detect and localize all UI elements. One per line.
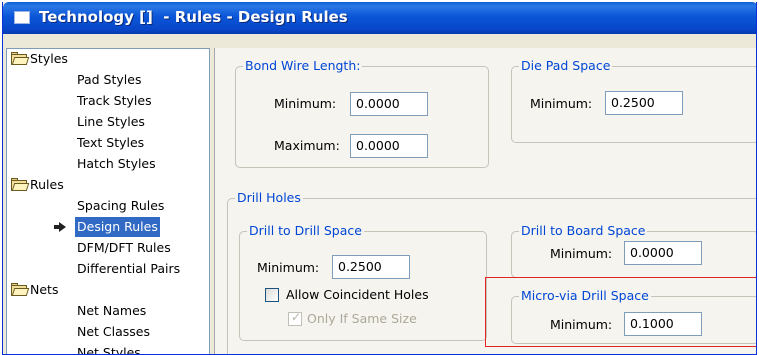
- design-rules-panel: Bond Wire Length: Minimum: 0.0000 Maximu…: [214, 48, 756, 354]
- die-pad-minimum-label: Minimum:: [530, 96, 593, 111]
- only-same-size-checkbox[interactable]: ✓: [288, 310, 302, 326]
- tree-item-net-names[interactable]: Net Names: [77, 301, 146, 321]
- bond-wire-length-group: Bond Wire Length: Minimum: 0.0000 Maximu…: [235, 58, 489, 168]
- die-pad-minimum-input[interactable]: 0.2500: [605, 91, 683, 115]
- window-icon: [14, 11, 30, 24]
- drill-to-board-minimum-label: Minimum:: [550, 246, 613, 261]
- drill-to-drill-minimum-label: Minimum:: [257, 260, 320, 275]
- tree-item-differential-pairs[interactable]: Differential Pairs: [77, 259, 180, 279]
- tree-item-pad-styles[interactable]: Pad Styles: [77, 70, 141, 90]
- tree-item-text-styles[interactable]: Text Styles: [77, 133, 144, 153]
- allow-coincident-label: Allow Coincident Holes: [286, 287, 429, 302]
- bond-wire-maximum-input[interactable]: 0.0000: [350, 134, 428, 158]
- folder-icon: [11, 52, 30, 65]
- tree-item-rules[interactable]: Rules: [30, 175, 64, 195]
- selection-arrow-icon: [54, 222, 66, 232]
- drill-to-board-label: Drill to Board Space: [519, 223, 648, 238]
- highlight-box: [485, 277, 756, 347]
- drill-to-drill-group: Drill to Drill Space Minimum: 0.2500 All…: [239, 223, 487, 341]
- bond-wire-minimum-label: Minimum:: [274, 96, 337, 111]
- bond-wire-maximum-label: Maximum:: [274, 138, 340, 153]
- bond-wire-minimum-input[interactable]: 0.0000: [350, 92, 428, 116]
- tree-item-line-styles[interactable]: Line Styles: [77, 112, 145, 132]
- tree-item-spacing-rules[interactable]: Spacing Rules: [77, 196, 164, 216]
- tree-item-net-styles[interactable]: Net Styles: [77, 343, 141, 354]
- dialog-window: Technology [] - Rules - Design Rules Sty…: [2, 2, 757, 355]
- die-pad-space-label: Die Pad Space: [519, 58, 613, 73]
- tree-item-design-rules[interactable]: Design Rules: [75, 217, 160, 237]
- title-bar[interactable]: Technology [] - Rules - Design Rules: [3, 2, 756, 34]
- allow-coincident-checkbox[interactable]: [265, 288, 279, 302]
- tree-item-hatch-styles[interactable]: Hatch Styles: [77, 154, 156, 174]
- check-icon: ✓: [291, 310, 302, 324]
- tree-item-track-styles[interactable]: Track Styles: [77, 91, 152, 111]
- drill-to-drill-minimum-input[interactable]: 0.2500: [332, 255, 410, 279]
- tree-item-styles[interactable]: Styles: [30, 49, 68, 69]
- drill-to-drill-label: Drill to Drill Space: [247, 223, 364, 238]
- tree-item-dfm-dft-rules[interactable]: DFM/DFT Rules: [77, 238, 171, 258]
- only-same-size-label: Only If Same Size: [307, 311, 417, 326]
- die-pad-space-group: Die Pad Space Minimum: 0.2500: [511, 58, 756, 143]
- window-title: Technology [] - Rules - Design Rules: [39, 8, 348, 26]
- tree-item-nets[interactable]: Nets: [30, 280, 58, 300]
- folder-icon: [11, 178, 30, 191]
- bond-wire-length-label: Bond Wire Length:: [243, 58, 363, 73]
- tree-panel[interactable]: Styles Pad Styles Track Styles Line Styl…: [6, 48, 210, 354]
- tree-item-net-classes[interactable]: Net Classes: [77, 322, 150, 342]
- drill-to-board-minimum-input[interactable]: 0.0000: [624, 241, 702, 265]
- drill-to-board-group: Drill to Board Space Minimum: 0.0000: [511, 223, 756, 278]
- drill-holes-label: Drill Holes: [235, 190, 303, 205]
- folder-icon: [11, 283, 30, 296]
